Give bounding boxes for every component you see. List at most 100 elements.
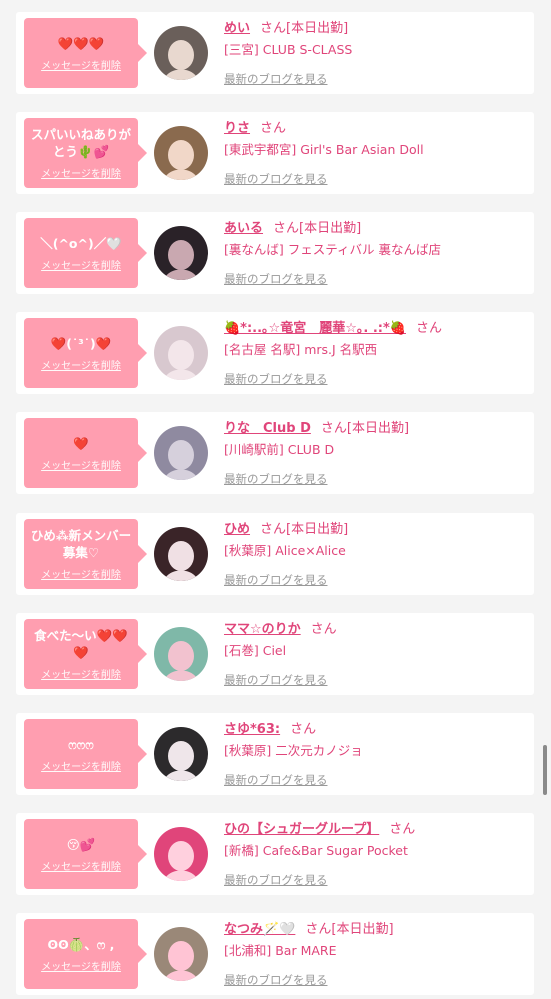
delete-message-link[interactable]: メッセージを削除 [41, 858, 121, 873]
message-card: 😚💕 メッセージを削除 ひの【シュガーグループ】 さん [新橋] Cafe&Bar… [16, 813, 534, 895]
message-bubble: ❤️ メッセージを削除 [24, 418, 147, 488]
avatar[interactable] [154, 527, 208, 581]
latest-blog-link[interactable]: 最新のブログを見る [224, 471, 530, 487]
message-bubble: 😚💕 メッセージを削除 [24, 819, 147, 889]
name-line: めい さん[本日出勤] [224, 20, 530, 38]
name-line: あいる さん[本日出勤] [224, 220, 530, 238]
message-card: ❤️ メッセージを削除 りな Club D さん[本日出勤] [川崎駅前] CLU… [16, 412, 534, 494]
cast-name-link[interactable]: ママ☆のりか [224, 622, 301, 637]
message-bubble: ʘʘ🍈、ෆ , メッセージを削除 [24, 919, 147, 989]
avatar-image [154, 126, 208, 180]
scrollbar[interactable] [543, 745, 547, 795]
shop-name: [三宮] CLUB S-CLASS [224, 42, 353, 57]
message-bubble: ❤️(˙³˙)❤️ メッセージを削除 [24, 318, 147, 388]
cast-name-link[interactable]: なつみ🪄🤍 [224, 922, 295, 937]
avatar-image [154, 627, 208, 681]
delete-message-link[interactable]: メッセージを削除 [41, 666, 121, 681]
delete-message-link[interactable]: メッセージを削除 [41, 566, 121, 581]
message-card: スパいいねありがとう🌵💕 メッセージを削除 りさ さん [東武宇都宮] Girl'… [16, 112, 534, 194]
avatar[interactable] [154, 627, 208, 681]
message-text: ひめ⁂新メンバー募集♡ [30, 528, 132, 560]
latest-blog-link[interactable]: 最新のブログを見る [224, 271, 530, 287]
avatar-image [154, 827, 208, 881]
latest-blog-link[interactable]: 最新のブログを見る [224, 71, 530, 87]
avatar[interactable] [154, 26, 208, 80]
latest-blog-link[interactable]: 最新のブログを見る [224, 672, 530, 688]
cast-name-link[interactable]: りな Club D [224, 421, 311, 436]
name-line: ひめ さん[本日出勤] [224, 521, 530, 539]
name-line: 🍓*:..｡☆竜宮 麗華☆｡. .:*🍓 さん [224, 320, 530, 338]
avatar[interactable] [154, 226, 208, 280]
name-line: ママ☆のりか さん [224, 621, 530, 639]
latest-blog-link[interactable]: 最新のブログを見る [224, 772, 530, 788]
message-text: 食べた〜い❤️❤️❤️ [34, 628, 128, 660]
cast-info: 🍓*:..｡☆竜宮 麗華☆｡. .:*🍓 さん [名古屋 名駅] mrs.J 名駅… [224, 320, 530, 387]
latest-blog-link[interactable]: 最新のブログを見る [224, 171, 530, 187]
avatar[interactable] [154, 426, 208, 480]
avatar[interactable] [154, 126, 208, 180]
name-line: りな Club D さん[本日出勤] [224, 420, 530, 438]
avatar-image [154, 226, 208, 280]
message-text: ෆෆෆ [68, 736, 94, 752]
honorific: さん [310, 622, 337, 637]
cast-name-link[interactable]: さゆ*63: [224, 722, 280, 737]
shop-name: [北浦和] Bar MARE [224, 943, 337, 958]
cast-name-link[interactable]: あいる [224, 221, 263, 236]
latest-blog-link[interactable]: 最新のブログを見る [224, 371, 530, 387]
cast-name-link[interactable]: りさ [224, 121, 250, 136]
avatar-face [168, 340, 194, 370]
working-today-badge: [本日出勤] [331, 922, 394, 937]
avatar-face [168, 240, 194, 270]
working-today-badge: [本日出勤] [286, 522, 349, 537]
avatar-face [168, 541, 194, 571]
message-card: ❤️(˙³˙)❤️ メッセージを削除 🍓*:..｡☆竜宮 麗華☆｡. .:*🍓 さ… [16, 312, 534, 394]
cast-name-link[interactable]: めい [224, 21, 250, 36]
honorific: さん [273, 221, 300, 236]
shop-name: [秋葉原] Alice×Alice [224, 543, 346, 558]
cast-name-link[interactable]: 🍓*:..｡☆竜宮 麗華☆｡. .:*🍓 [224, 321, 406, 336]
delete-message-link[interactable]: メッセージを削除 [41, 165, 121, 180]
shop-name: [裏なんば] フェスティバル 裏なんば店 [224, 242, 441, 257]
honorific: さん [260, 522, 287, 537]
cast-name-link[interactable]: ひめ [224, 522, 250, 537]
shop-name: [川崎駅前] CLUB D [224, 442, 335, 457]
latest-blog-link[interactable]: 最新のブログを見る [224, 872, 530, 888]
avatar[interactable] [154, 326, 208, 380]
cast-info: あいる さん[本日出勤] [裏なんば] フェスティバル 裏なんば店 最新のブログを… [224, 220, 530, 287]
honorific: さん [305, 922, 332, 937]
delete-message-link[interactable]: メッセージを削除 [41, 357, 121, 372]
avatar[interactable] [154, 727, 208, 781]
avatar[interactable] [154, 927, 208, 981]
cast-info: さゆ*63: さん [秋葉原] 二次元カノジョ 最新のブログを見る [224, 721, 530, 788]
delete-message-link[interactable]: メッセージを削除 [41, 958, 121, 973]
avatar-face [168, 40, 194, 70]
message-bubble: 食べた〜い❤️❤️❤️ メッセージを削除 [24, 619, 147, 689]
shop-name: [石巻] Ciel [224, 643, 287, 658]
avatar-image [154, 727, 208, 781]
delete-message-link[interactable]: メッセージを削除 [41, 758, 121, 773]
avatar-image [154, 426, 208, 480]
latest-blog-link[interactable]: 最新のブログを見る [224, 972, 530, 988]
honorific: さん [320, 421, 347, 436]
message-card: ＼(^o^)／🤍 メッセージを削除 あいる さん[本日出勤] [裏なんば] フェス… [16, 212, 534, 294]
message-bubble: ＼(^o^)／🤍 メッセージを削除 [24, 218, 147, 288]
cast-name-link[interactable]: ひの【シュガーグループ】 [224, 822, 379, 837]
delete-message-link[interactable]: メッセージを削除 [41, 257, 121, 272]
avatar-image [154, 26, 208, 80]
message-bubble: スパいいねありがとう🌵💕 メッセージを削除 [24, 118, 147, 188]
shop-name: [新橋] Cafe&Bar Sugar Pocket [224, 843, 408, 858]
avatar-face [168, 741, 194, 771]
message-text: ❤️(˙³˙)❤️ [50, 335, 112, 351]
avatar-image [154, 927, 208, 981]
honorific: さん [290, 722, 317, 737]
cast-info: ひの【シュガーグループ】 さん [新橋] Cafe&Bar Sugar Pocke… [224, 821, 530, 888]
avatar-face [168, 140, 194, 170]
latest-blog-link[interactable]: 最新のブログを見る [224, 572, 530, 588]
avatar-face [168, 841, 194, 871]
avatar[interactable] [154, 827, 208, 881]
delete-message-link[interactable]: メッセージを削除 [41, 457, 121, 472]
name-line: りさ さん [224, 120, 530, 138]
honorific: さん [389, 822, 416, 837]
delete-message-link[interactable]: メッセージを削除 [41, 57, 121, 72]
message-text: ʘʘ🍈、ෆ , [47, 936, 115, 952]
